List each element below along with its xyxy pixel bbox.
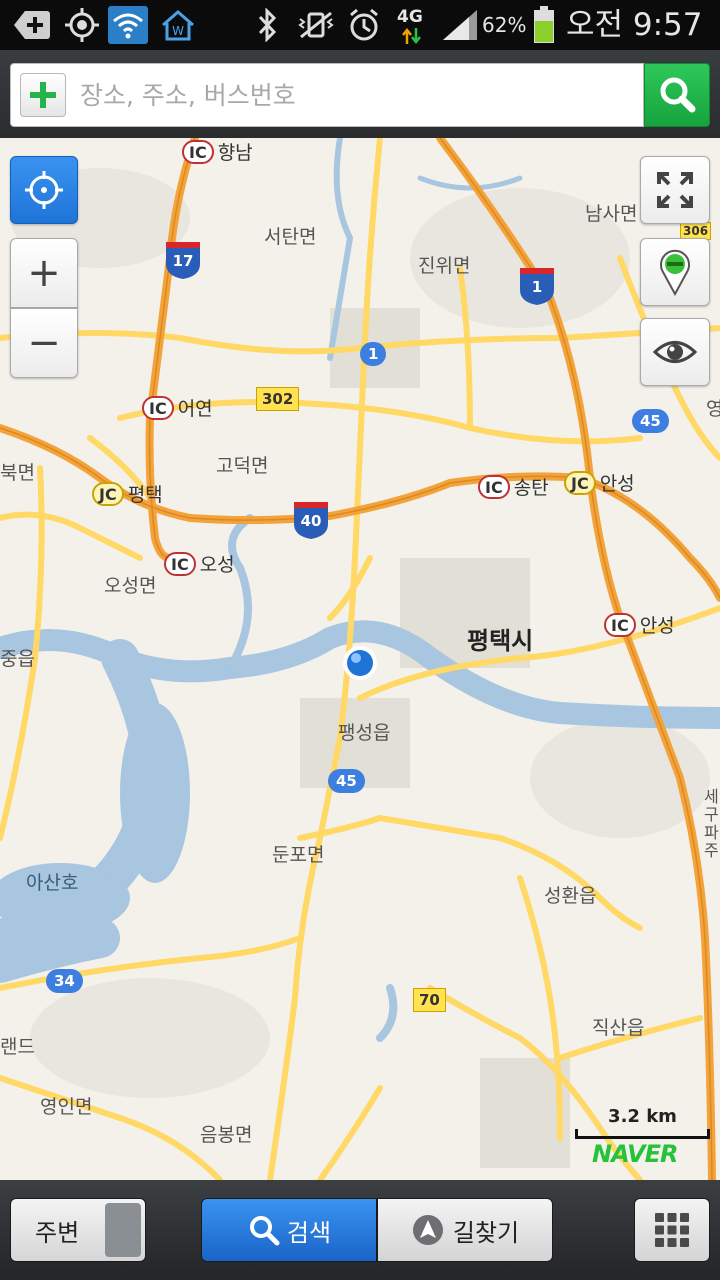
ic-anseong: IC 안성 bbox=[604, 611, 675, 638]
add-icon bbox=[12, 6, 52, 44]
label-dunpo: 둔포면 bbox=[272, 844, 325, 866]
ic-label: 송탄 bbox=[513, 477, 549, 499]
search-input[interactable] bbox=[80, 64, 640, 126]
route-302-shield: 302 bbox=[256, 387, 300, 411]
gps-icon bbox=[62, 6, 102, 44]
ic-label: 어연 bbox=[177, 398, 213, 420]
expressway-40-shield: 40 bbox=[292, 500, 330, 540]
eye-icon bbox=[653, 341, 697, 363]
ic-oseong: IC 오성 bbox=[164, 550, 235, 577]
battery-percent: 62% bbox=[482, 13, 527, 37]
jc-badge: JC bbox=[92, 481, 124, 506]
jc-label: 평택 bbox=[127, 484, 163, 506]
route-1-shield: 1 bbox=[360, 342, 387, 366]
label-raendeu: 랜드 bbox=[0, 1036, 35, 1058]
label-paengseong: 팽성읍 bbox=[338, 722, 391, 744]
ic-badge: IC bbox=[164, 551, 196, 576]
expressway-17-shield: 17 bbox=[164, 240, 202, 280]
jc-badge: JC bbox=[564, 470, 596, 495]
grid-icon bbox=[655, 1213, 689, 1247]
search-button[interactable] bbox=[644, 63, 710, 127]
wifi-icon bbox=[108, 6, 148, 44]
jc-anseong: JC 안성 bbox=[564, 469, 635, 496]
navigation-arrow-icon bbox=[412, 1215, 443, 1245]
route-45-shield-north: 45 bbox=[632, 409, 669, 433]
jc-pyeongtaek: JC 평택 bbox=[92, 480, 163, 507]
tab-route[interactable]: 길찾기 bbox=[377, 1198, 553, 1262]
jc-label: 안성 bbox=[599, 473, 635, 495]
battery-icon bbox=[532, 6, 556, 44]
alarm-icon bbox=[346, 6, 382, 44]
label-namsa: 남사면 bbox=[585, 203, 638, 225]
expand-icon bbox=[657, 172, 693, 208]
expressway-number: 1 bbox=[531, 278, 543, 296]
zoom-in-button[interactable]: + bbox=[10, 238, 78, 308]
label-pyeongtaek-si: 평택시 bbox=[467, 627, 534, 655]
ic-songtan: IC 송탄 bbox=[478, 473, 549, 500]
expressway-number: 17 bbox=[172, 252, 194, 270]
view-button[interactable] bbox=[640, 318, 710, 386]
label-jiksan: 직산읍 bbox=[592, 1017, 645, 1039]
map-view[interactable]: 서탄면 진위면 남사면 고덕면 북면 오성면 평택시 중읍 팽성읍 둔포면 아산… bbox=[0, 138, 720, 1180]
ic-label: 안성 bbox=[639, 615, 675, 637]
map-pin-icon bbox=[660, 249, 690, 296]
gps-locate-button[interactable] bbox=[10, 156, 78, 224]
label-bukmyeon: 북면 bbox=[0, 462, 35, 484]
plus-icon bbox=[30, 82, 56, 108]
ic-eoyeon: IC 어연 bbox=[142, 394, 213, 421]
ic-hyangnam: IC 향남 bbox=[182, 138, 253, 165]
label-asanho: 아산호 bbox=[26, 872, 79, 894]
place-pin-button[interactable] bbox=[640, 238, 710, 306]
data-arrows-icon bbox=[402, 28, 422, 44]
nearby-label: 주변 bbox=[35, 1218, 80, 1247]
menu-button[interactable] bbox=[634, 1198, 710, 1262]
ic-badge: IC bbox=[604, 612, 636, 637]
svg-text:W: W bbox=[172, 24, 184, 38]
naver-logo: NAVER bbox=[592, 1140, 678, 1168]
zoom-out-button[interactable]: − bbox=[10, 308, 78, 378]
label-godeok: 고덕면 bbox=[216, 455, 269, 477]
clock: 오전 9:57 bbox=[566, 7, 703, 43]
label-jungeup: 중읍 bbox=[0, 648, 35, 670]
label-yeongin: 영인면 bbox=[40, 1096, 93, 1118]
ic-badge: IC bbox=[142, 395, 174, 420]
crosshair-icon bbox=[25, 171, 63, 209]
ic-badge: IC bbox=[182, 139, 214, 164]
ic-badge: IC bbox=[478, 474, 510, 499]
scale-label: 3.2 km bbox=[608, 1106, 677, 1127]
route-45-shield-south: 45 bbox=[328, 769, 365, 793]
status-bar: W 4G 62% 오전 9:57 bbox=[0, 0, 720, 50]
bluetooth-icon bbox=[250, 6, 284, 44]
label-seotan: 서탄면 bbox=[264, 226, 317, 248]
label-edge-vertical: 세구파주 bbox=[704, 787, 719, 860]
label-edge-right: 영 bbox=[706, 398, 720, 420]
search-tab-label: 검색 bbox=[286, 1218, 332, 1247]
expressway-1-shield: 1 bbox=[518, 266, 556, 306]
toggle-knob bbox=[105, 1203, 141, 1257]
add-place-button[interactable] bbox=[20, 73, 66, 117]
route-tab-label: 길찾기 bbox=[452, 1218, 520, 1247]
magnifier-icon bbox=[660, 77, 696, 113]
magnifier-icon bbox=[249, 1216, 280, 1246]
expressway-number: 40 bbox=[300, 512, 322, 530]
nearby-toggle[interactable]: 주변 bbox=[10, 1198, 146, 1262]
vibrate-icon bbox=[296, 6, 336, 44]
map-scale: 3.2 km bbox=[575, 1106, 710, 1139]
route-34-shield: 34 bbox=[46, 969, 83, 993]
tab-search[interactable]: 검색 bbox=[201, 1198, 377, 1262]
label-seonghwan: 성환읍 bbox=[544, 885, 597, 907]
ic-label: 오성 bbox=[199, 554, 235, 576]
label-oseong-myeon: 오성면 bbox=[104, 575, 157, 597]
fullscreen-button[interactable] bbox=[640, 156, 710, 224]
scale-bar bbox=[575, 1129, 710, 1139]
home-icon: W bbox=[158, 6, 198, 44]
label-eumbong: 음봉면 bbox=[200, 1124, 253, 1146]
route-70-shield: 70 bbox=[413, 988, 446, 1012]
signal-icon bbox=[440, 6, 480, 44]
ic-label: 향남 bbox=[217, 142, 253, 164]
label-jinwi: 진위면 bbox=[418, 255, 471, 277]
